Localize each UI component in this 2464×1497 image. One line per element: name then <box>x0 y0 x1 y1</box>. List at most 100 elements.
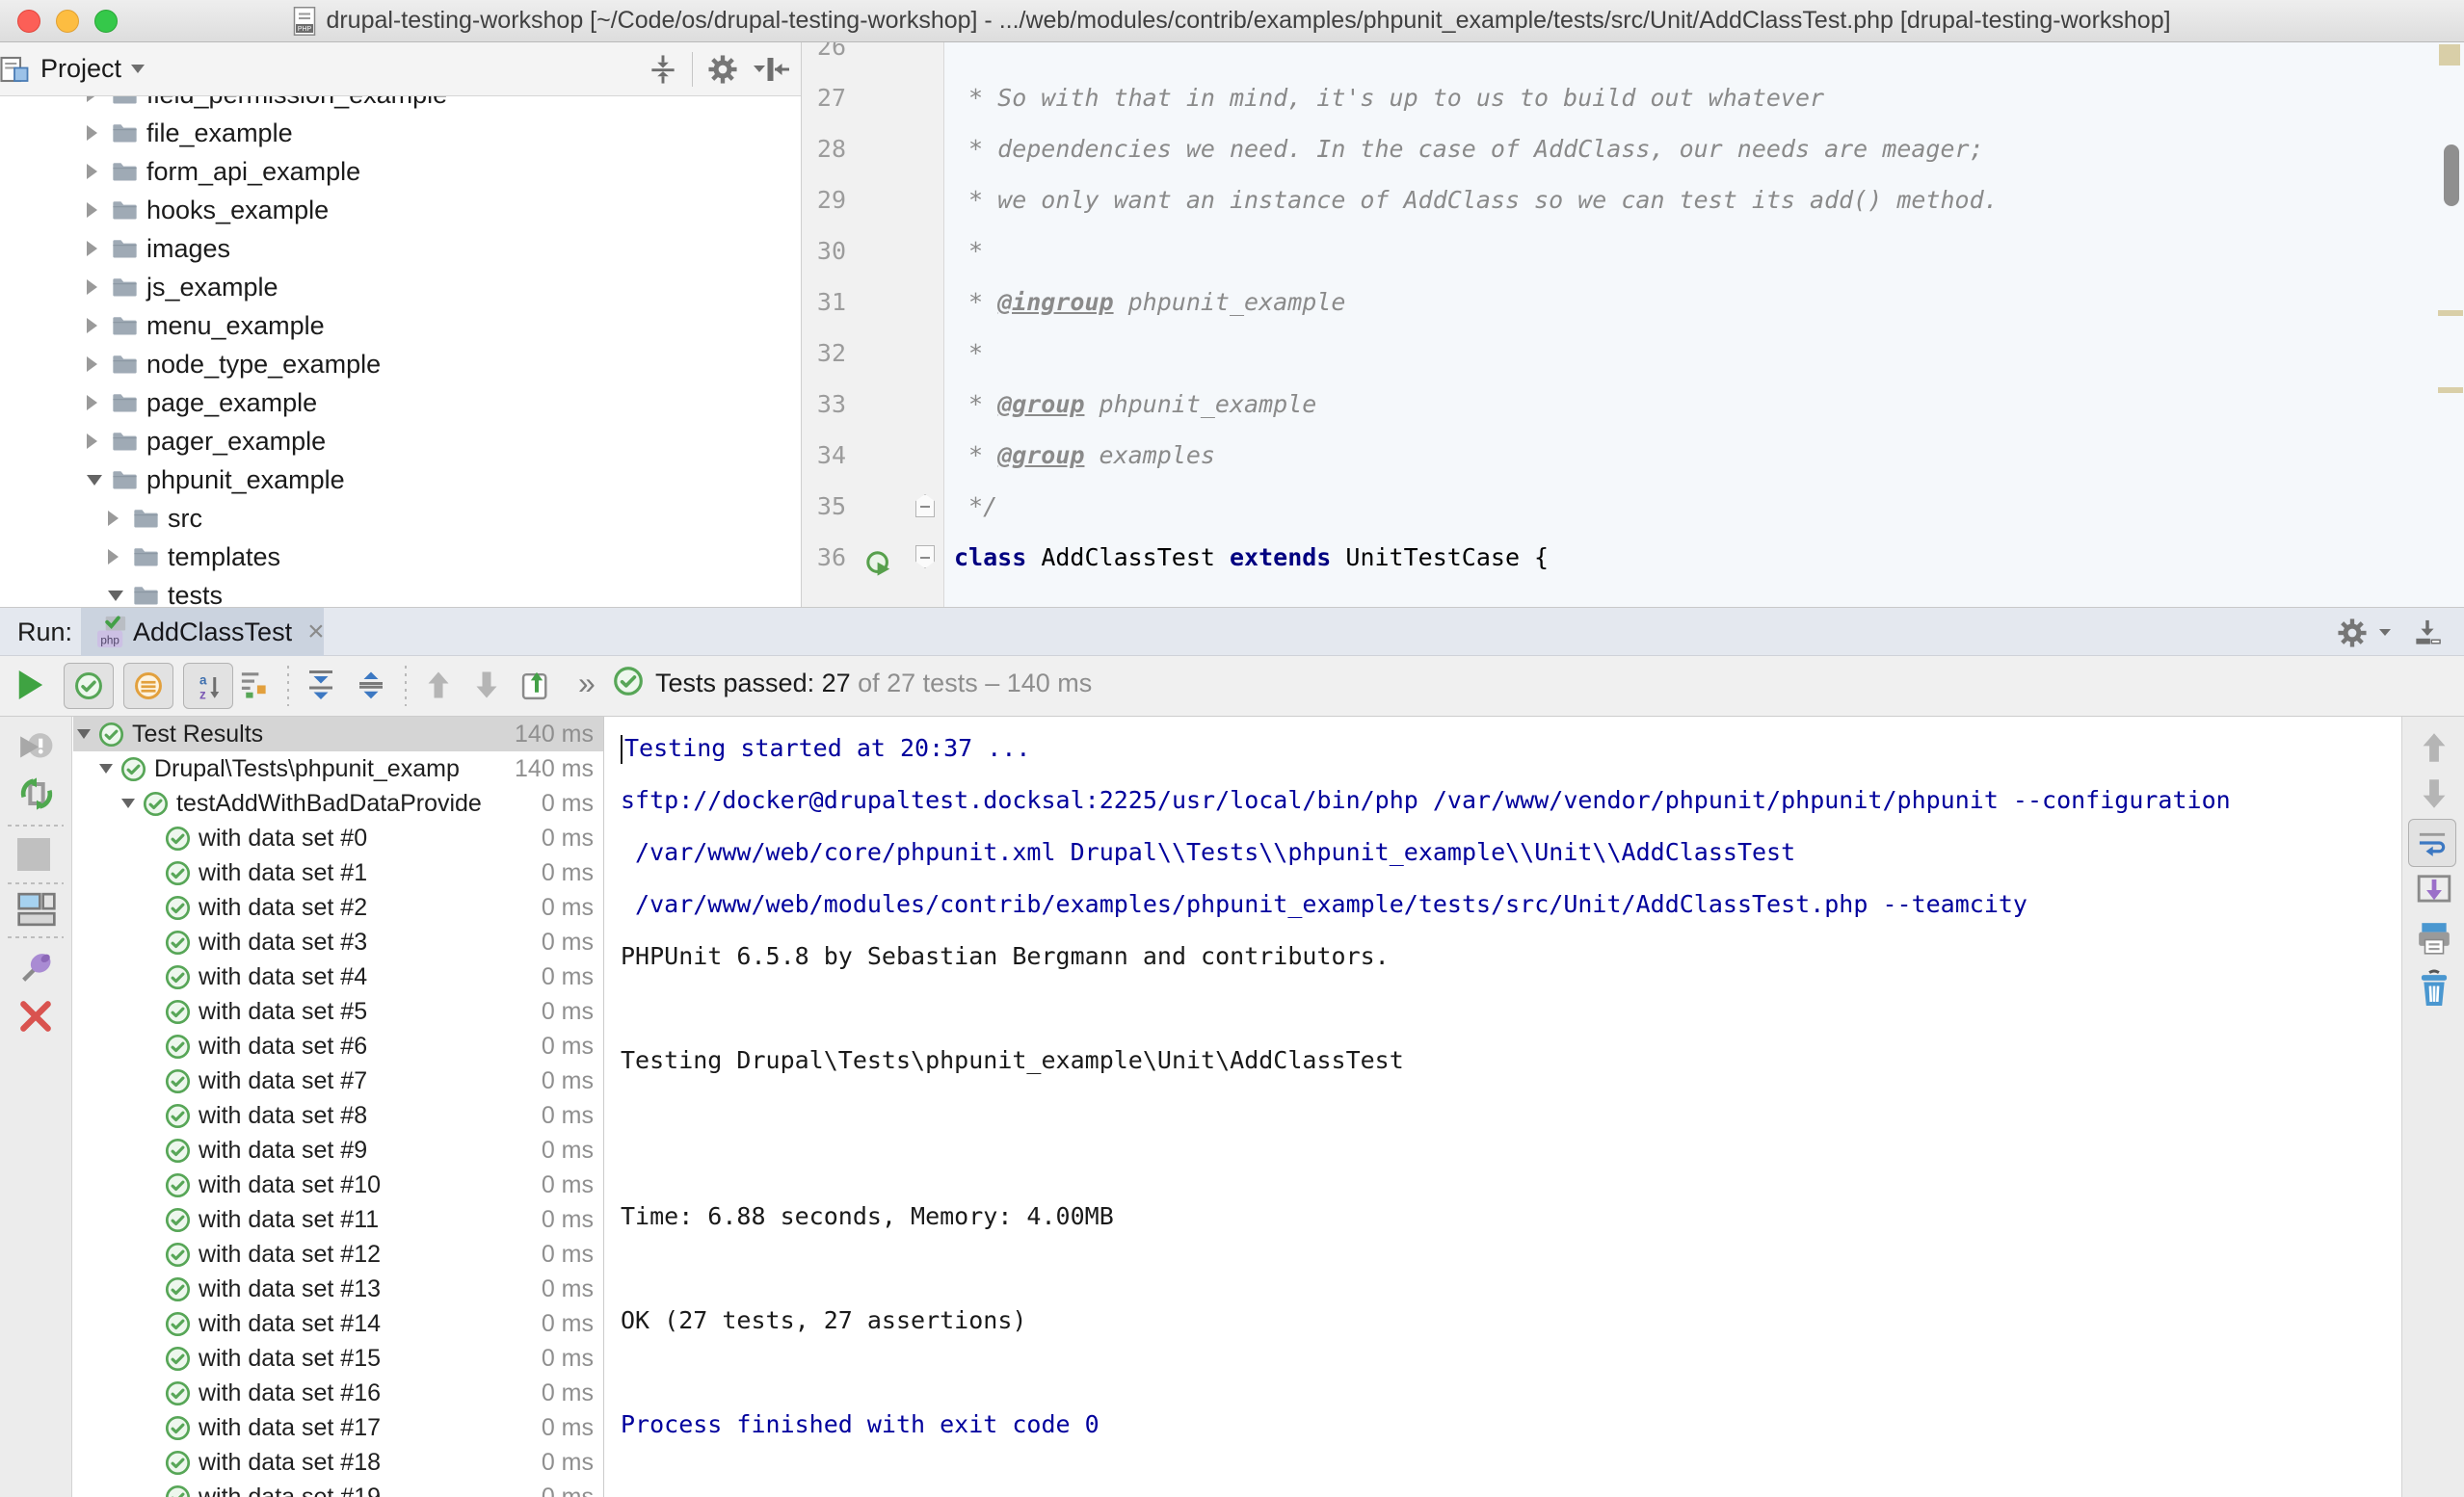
scroll-down-icon[interactable] <box>2418 776 2451 811</box>
chevron-collapsed-icon[interactable] <box>87 241 112 256</box>
project-tree-item-hooks_example[interactable]: hooks_example <box>0 191 801 229</box>
chevron-expanded-icon[interactable] <box>77 729 98 739</box>
editor-line-26[interactable]: 26 <box>802 42 2464 72</box>
test-tree-item-with-data-set-#16[interactable]: with data set #160 ms <box>73 1376 603 1410</box>
chevron-collapsed-icon[interactable] <box>108 549 133 565</box>
test-tree-item-with-data-set-#1[interactable]: with data set #10 ms <box>73 855 603 890</box>
project-tree-item-pager_example[interactable]: pager_example <box>0 422 801 460</box>
expand-all-icon[interactable] <box>306 669 335 701</box>
editor-line-28[interactable]: 28 * dependencies we need. In the case o… <box>802 123 2464 174</box>
chevron-expanded-icon[interactable] <box>99 764 120 774</box>
project-tree-item-js_example[interactable]: js_example <box>0 268 801 306</box>
previous-failed-test-icon[interactable] <box>424 669 453 701</box>
chevron-collapsed-icon[interactable] <box>87 356 112 372</box>
project-panel-header[interactable]: Project <box>0 42 801 96</box>
test-tree-item-with-data-set-#4[interactable]: with data set #40 ms <box>73 959 603 994</box>
chevron-collapsed-icon[interactable] <box>108 511 133 526</box>
chevron-expanded-icon[interactable] <box>121 799 143 808</box>
editor-line-31[interactable]: 31 * @ingroup phpunit_example <box>802 276 2464 328</box>
chevron-collapsed-icon[interactable] <box>87 125 112 141</box>
project-tree-item-form_api_example[interactable]: form_api_example <box>0 152 801 191</box>
soft-wrap-toggle[interactable] <box>2408 819 2456 867</box>
editor-line-30[interactable]: 30 * <box>802 225 2464 276</box>
collapse-all-icon[interactable] <box>357 669 385 701</box>
test-tree-item-with-data-set-#8[interactable]: with data set #80 ms <box>73 1098 603 1133</box>
test-tree-item-with-data-set-#13[interactable]: with data set #130 ms <box>73 1272 603 1306</box>
rerun-disabled-icon[interactable] <box>17 730 54 767</box>
run-tab-addclasstest[interactable]: php AddClassTest × <box>81 608 324 656</box>
test-tree-item-Test-Results[interactable]: Test Results140 ms <box>73 717 603 751</box>
chevron-more-icon[interactable]: » <box>578 666 596 701</box>
chevron-collapsed-icon[interactable] <box>87 318 112 333</box>
next-failed-test-icon[interactable] <box>472 669 501 701</box>
project-tree-item-field_permission_example[interactable]: field_permission_example <box>0 96 801 114</box>
project-tree-item-node_type_example[interactable]: node_type_example <box>0 345 801 383</box>
test-tree-item-with-data-set-#17[interactable]: with data set #170 ms <box>73 1410 603 1445</box>
test-tree-item-Drupal-Tests-phpunit-examp[interactable]: Drupal\Tests\phpunit_examp140 ms <box>73 751 603 786</box>
chevron-collapsed-icon[interactable] <box>87 164 112 179</box>
test-tree-item-with-data-set-#15[interactable]: with data set #150 ms <box>73 1341 603 1376</box>
test-console-output[interactable]: Testing started at 20:37 ...sftp://docke… <box>605 717 2401 1497</box>
hide-tool-window-icon[interactable] <box>2412 617 2443 648</box>
test-tree-item-with-data-set-#14[interactable]: with data set #140 ms <box>73 1306 603 1341</box>
project-tree-item-images[interactable]: images <box>0 229 801 268</box>
show-passed-toggle[interactable] <box>64 663 114 709</box>
hide-panel-icon[interactable] <box>763 55 792 84</box>
rerun-button[interactable] <box>15 669 44 701</box>
sort-by-duration-icon[interactable] <box>239 669 270 699</box>
project-tree-item-templates[interactable]: templates <box>0 538 801 576</box>
editor-line-35[interactable]: 35 */ <box>802 481 2464 532</box>
test-tree-item-with-data-set-#5[interactable]: with data set #50 ms <box>73 994 603 1029</box>
chevron-collapsed-icon[interactable] <box>87 433 112 449</box>
minimize-window-button[interactable] <box>56 10 79 33</box>
test-tree-item-with-data-set-#18[interactable]: with data set #180 ms <box>73 1445 603 1480</box>
project-tree-item-file_example[interactable]: file_example <box>0 114 801 152</box>
run-test-gutter-icon[interactable] <box>865 543 892 594</box>
scroll-to-end-icon[interactable] <box>2416 873 2452 907</box>
close-tab-icon[interactable]: × <box>307 616 325 648</box>
scroll-up-icon[interactable] <box>2418 730 2451 765</box>
zoom-window-button[interactable] <box>94 10 118 33</box>
close-window-button[interactable] <box>17 10 40 33</box>
project-tree-item-menu_example[interactable]: menu_example <box>0 306 801 345</box>
editor-line-33[interactable]: 33 * @group phpunit_example <box>802 379 2464 430</box>
project-tree-item-page_example[interactable]: page_example <box>0 383 801 422</box>
editor-line-29[interactable]: 29 * we only want an instance of AddClas… <box>802 174 2464 225</box>
test-tree-item-with-data-set-#6[interactable]: with data set #60 ms <box>73 1029 603 1064</box>
test-tree-item-testAddWithBadDataProvide[interactable]: testAddWithBadDataProvide0 ms <box>73 786 603 821</box>
print-icon[interactable] <box>2416 921 2452 956</box>
chevron-collapsed-icon[interactable] <box>87 395 112 410</box>
chevron-expanded-icon[interactable] <box>87 475 112 486</box>
fold-marker-icon[interactable] <box>915 494 935 517</box>
test-tree-item-with-data-set-#9[interactable]: with data set #90 ms <box>73 1133 603 1168</box>
chevron-expanded-icon[interactable] <box>108 591 133 601</box>
test-tree-item-with-data-set-#2[interactable]: with data set #20 ms <box>73 890 603 925</box>
collapse-all-icon[interactable] <box>648 55 678 84</box>
gear-icon[interactable] <box>2337 617 2368 648</box>
pin-tab-icon[interactable] <box>17 948 56 986</box>
test-tree-item-with-data-set-#0[interactable]: with data set #00 ms <box>73 821 603 855</box>
editor-line-27[interactable]: 27 * So with that in mind, it's up to us… <box>802 72 2464 123</box>
project-tree-item-tests[interactable]: tests <box>0 576 801 607</box>
chevron-collapsed-icon[interactable] <box>87 279 112 295</box>
clear-all-icon[interactable] <box>2417 969 2451 1008</box>
test-tree-item-with-data-set-#7[interactable]: with data set #70 ms <box>73 1064 603 1098</box>
test-history-icon[interactable] <box>520 669 553 701</box>
editor-line-32[interactable]: 32 * <box>802 328 2464 379</box>
test-tree-item-with-data-set-#3[interactable]: with data set #30 ms <box>73 925 603 959</box>
editor-line-36[interactable]: 36class AddClassTest extends UnitTestCas… <box>802 532 2464 583</box>
editor-scrollbar-thumb[interactable] <box>2444 144 2459 206</box>
editor-line-34[interactable]: 34 * @group examples <box>802 430 2464 481</box>
fold-marker-icon[interactable] <box>915 545 935 568</box>
gear-icon[interactable] <box>707 54 738 85</box>
show-ignored-toggle[interactable] <box>123 663 173 709</box>
sort-alphabetically-toggle[interactable]: a z <box>183 663 233 709</box>
close-icon[interactable] <box>17 998 54 1035</box>
test-tree-item-with-data-set-#12[interactable]: with data set #120 ms <box>73 1237 603 1272</box>
rerun-failed-tests-icon[interactable] <box>17 775 56 813</box>
test-tree-item-with-data-set-#10[interactable]: with data set #100 ms <box>73 1168 603 1202</box>
test-tree-item-with-data-set-#19[interactable]: with data set #190 ms <box>73 1480 603 1497</box>
restore-layout-icon[interactable] <box>17 892 56 927</box>
chevron-collapsed-icon[interactable] <box>87 202 112 218</box>
test-tree-item-with-data-set-#11[interactable]: with data set #110 ms <box>73 1202 603 1237</box>
